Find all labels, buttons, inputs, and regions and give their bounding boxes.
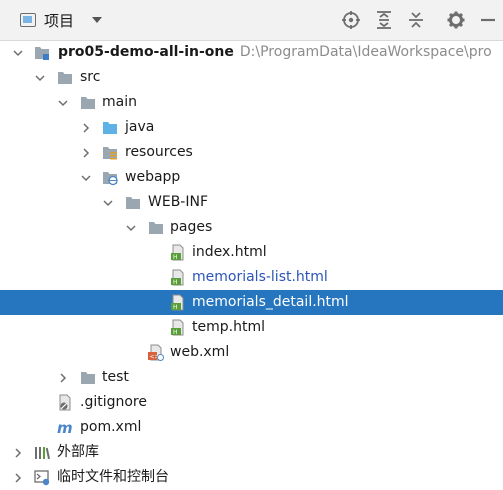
html-file-icon: H [171, 319, 184, 336]
tree-label-main: main [102, 94, 137, 110]
svg-text:m: m [57, 419, 73, 436]
collapse-all-icon[interactable] [406, 10, 426, 30]
source-folder-icon [103, 122, 117, 134]
tree-label-memorials-list-html: memorials-list.html [192, 269, 328, 285]
resources-folder-icon [103, 147, 117, 160]
tree-node-test[interactable]: test [0, 365, 503, 390]
svg-text:H: H [173, 329, 178, 336]
tree-label-web-inf: WEB-INF [148, 194, 208, 210]
tree-node-scratches[interactable]: 临时文件和控制台 [0, 465, 503, 490]
html-file-icon: H [171, 269, 184, 286]
tree-node-main[interactable]: main [0, 90, 503, 115]
chevron-down-icon[interactable] [102, 190, 114, 215]
tree-node-temp-html[interactable]: H temp.html [0, 315, 503, 340]
chevron-right-icon[interactable] [12, 465, 24, 490]
chevron-right-icon[interactable] [80, 115, 92, 140]
tree-label-gitignore: .gitignore [80, 394, 147, 410]
tree-node-web-inf[interactable]: WEB-INF [0, 190, 503, 215]
svg-text:H: H [173, 279, 178, 286]
chevron-right-icon[interactable] [12, 440, 24, 465]
tree-node-external-libraries[interactable]: 外部库 [0, 440, 503, 465]
library-icon [35, 447, 50, 460]
folder-icon [126, 197, 140, 209]
chevron-down-icon[interactable] [125, 215, 137, 240]
xml-file-icon: <> [148, 344, 164, 361]
chevron-down-icon[interactable] [57, 90, 69, 115]
gitignore-file-icon [59, 394, 71, 411]
tree-node-index-html[interactable]: H index.html [0, 240, 503, 265]
tree-node-java[interactable]: java [0, 115, 503, 140]
scratches-console-icon [34, 470, 50, 486]
tree-node-resources[interactable]: resources [0, 140, 503, 165]
module-folder-icon [35, 47, 49, 60]
folder-icon [149, 222, 163, 234]
root-module-path: D:\ProgramData\IdeaWorkspace\pro [239, 44, 492, 60]
tree-label-java: java [125, 119, 155, 135]
html-file-icon: H [171, 294, 184, 311]
chevron-down-icon[interactable] [80, 165, 92, 190]
svg-text:H: H [173, 304, 178, 311]
tree-label-external-libraries: 外部库 [57, 444, 99, 460]
view-selector-label[interactable]: 项目 [44, 10, 74, 31]
tree-label-temp-html: temp.html [192, 319, 265, 335]
tree-label-webapp: webapp [125, 169, 181, 185]
tree-label-test: test [102, 369, 129, 385]
expand-all-icon[interactable] [374, 10, 394, 30]
root-module-name: pro05-demo-all-in-one [58, 44, 234, 60]
tree-node-root[interactable]: pro05-demo-all-in-one D:\ProgramData\Idea… [0, 40, 503, 65]
tree-node-pages[interactable]: pages [0, 215, 503, 240]
settings-gear-icon[interactable] [446, 10, 466, 30]
web-folder-icon [103, 172, 118, 186]
locate-icon[interactable] [341, 10, 361, 30]
project-toolbar: 项目 [0, 0, 503, 41]
chevron-down-icon[interactable] [92, 17, 102, 23]
tree-label-scratches: 临时文件和控制台 [57, 469, 169, 485]
tree-node-src[interactable]: src [0, 65, 503, 90]
maven-icon: m [57, 419, 73, 436]
chevron-right-icon[interactable] [57, 365, 69, 390]
html-file-icon: H [171, 244, 184, 261]
svg-text:H: H [173, 254, 178, 261]
tree-node-gitignore[interactable]: .gitignore [0, 390, 503, 415]
tree-node-web-xml[interactable]: <> web.xml [0, 340, 503, 365]
folder-icon [81, 97, 95, 109]
folder-icon [81, 372, 95, 384]
tree-node-pom-xml[interactable]: m pom.xml [0, 415, 503, 440]
tree-label-index-html: index.html [192, 244, 267, 260]
tree-node-memorials-detail-html[interactable]: H memorials_detail.html [0, 290, 503, 315]
tree-label-pom-xml: pom.xml [80, 419, 142, 435]
tree-label-web-xml: web.xml [170, 344, 230, 360]
chevron-right-icon[interactable] [80, 140, 92, 165]
hide-minus-icon[interactable] [478, 10, 498, 30]
tree-node-memorials-list-html[interactable]: H memorials-list.html [0, 265, 503, 290]
tree-label-src: src [80, 69, 101, 85]
tree-label-pages: pages [170, 219, 213, 235]
tree-label-resources: resources [125, 144, 193, 160]
folder-icon [58, 72, 72, 84]
project-view-icon[interactable] [20, 13, 36, 27]
chevron-down-icon[interactable] [12, 40, 24, 65]
tree-label-memorials-detail-html: memorials_detail.html [192, 294, 349, 310]
tree-node-webapp[interactable]: webapp [0, 165, 503, 190]
chevron-down-icon[interactable] [34, 65, 46, 90]
